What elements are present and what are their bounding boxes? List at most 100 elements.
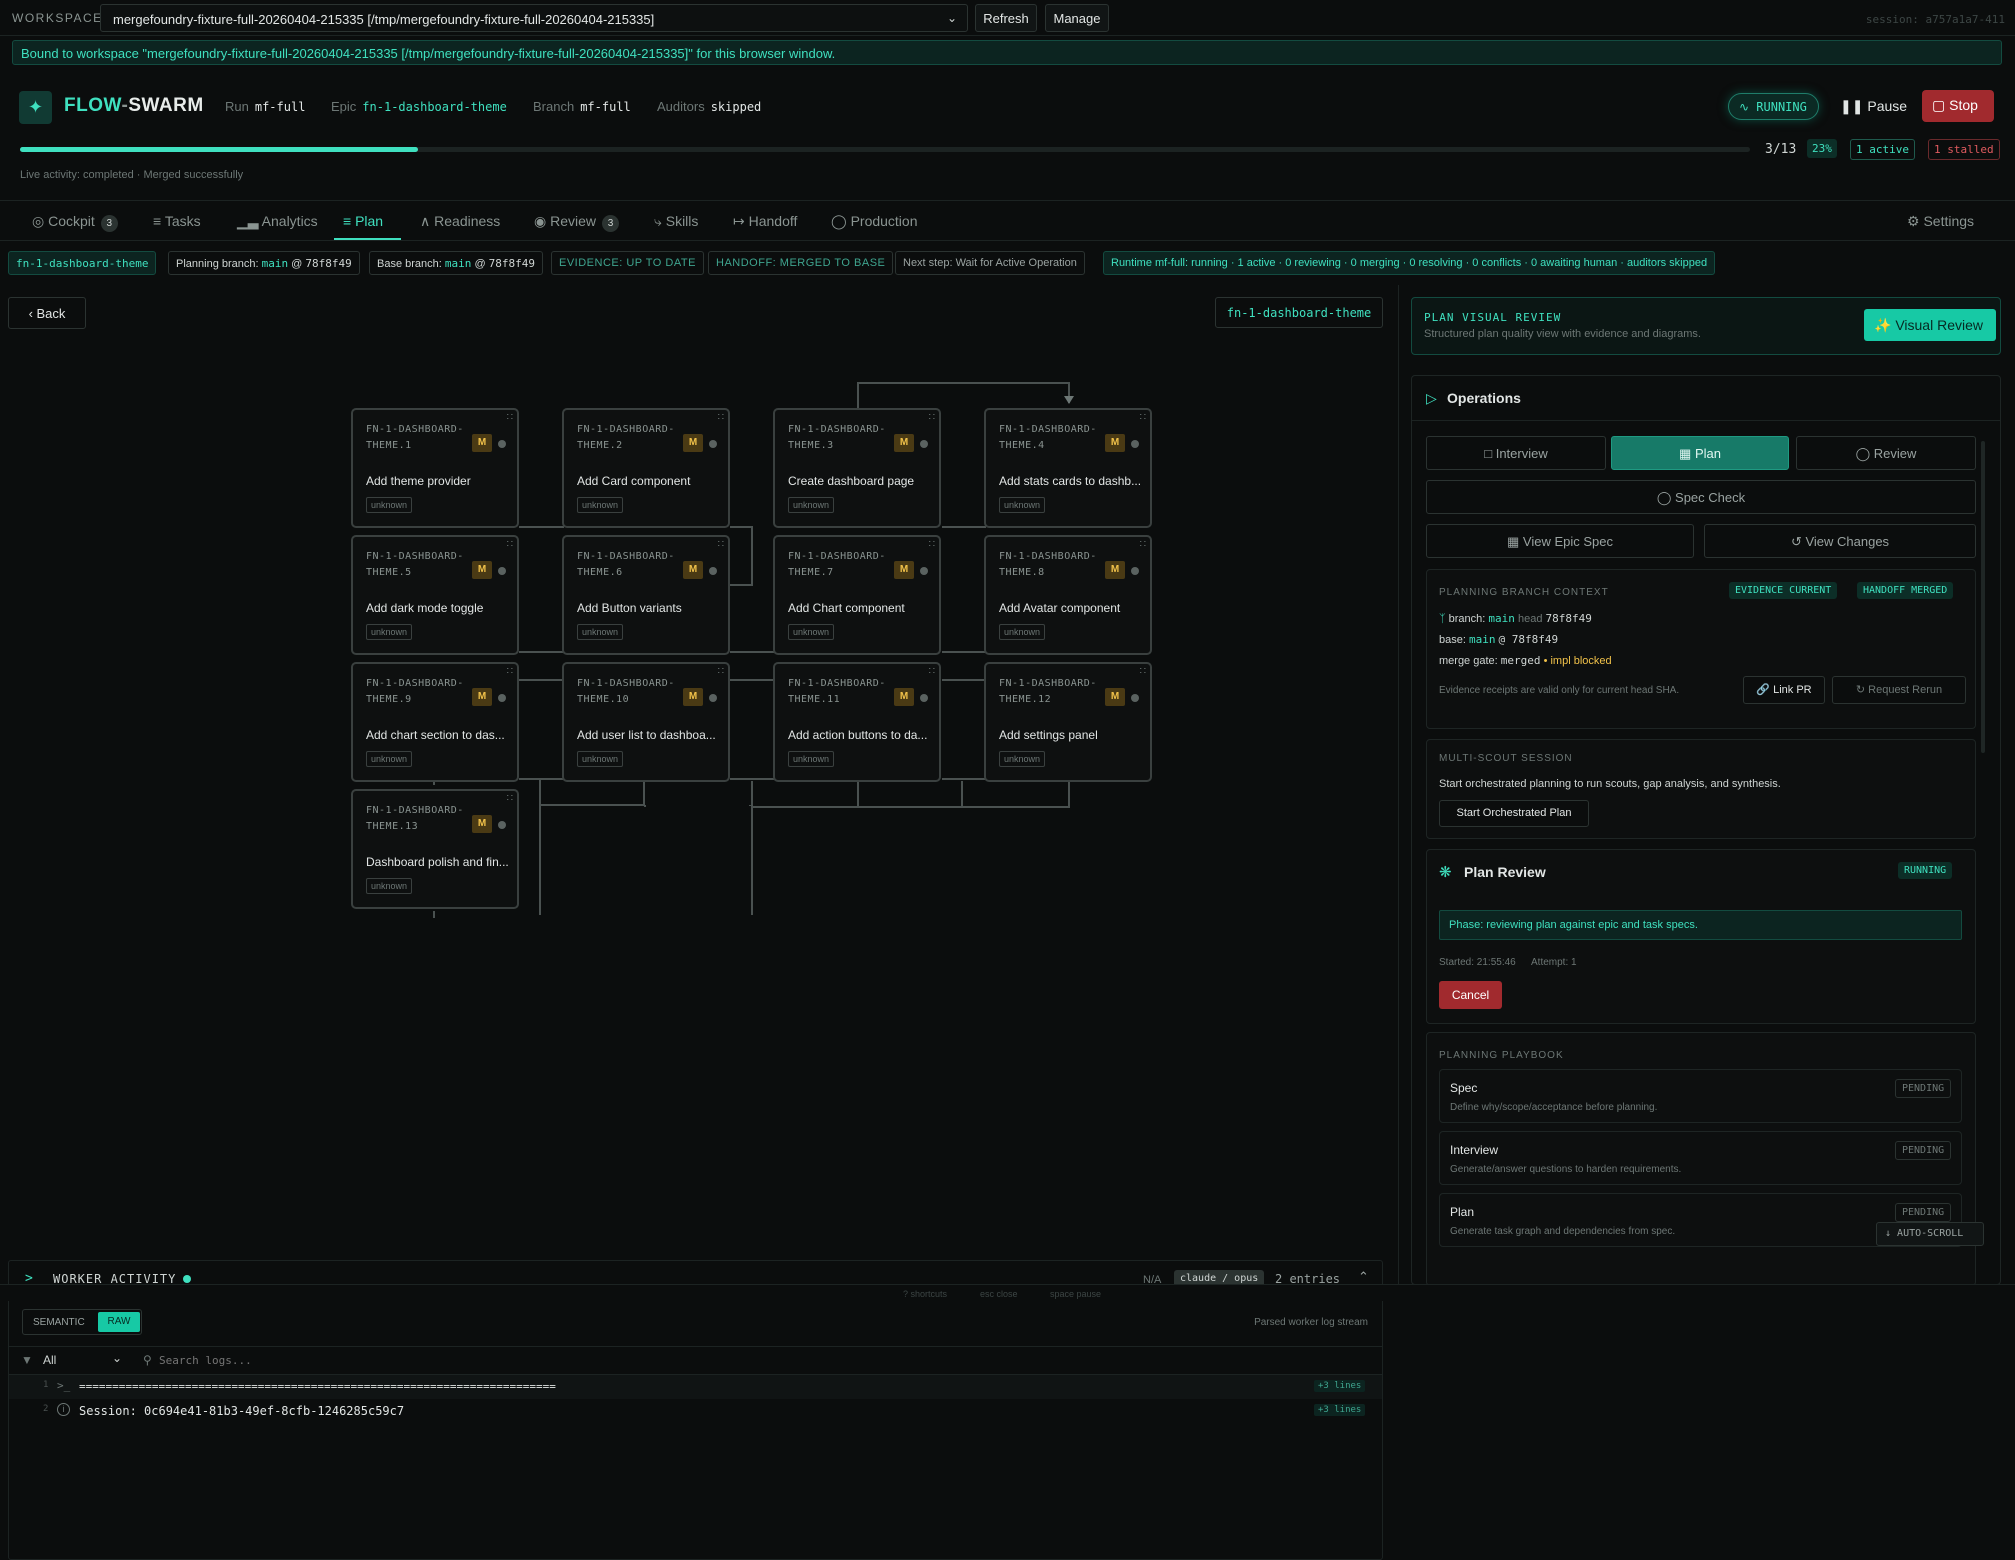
filter-icon: ▼ (21, 1353, 33, 1367)
tab-plan[interactable]: ≡ Plan (343, 213, 383, 229)
plan-node-model-badge: M (472, 434, 492, 452)
plan-node[interactable]: ∷ FN-1-DASHBOARD-THEME.9 M Add chart sectio… (351, 662, 519, 782)
plan-node-model-badge: M (472, 561, 492, 579)
tab-tasks[interactable]: ≡ Tasks (153, 213, 201, 229)
plan-node-status: unknown (366, 751, 413, 767)
log-line-text: ========================================… (79, 1380, 556, 1393)
eye-icon: ◉ (534, 213, 551, 229)
plan-review-phase: Phase: reviewing plan against epic and t… (1439, 910, 1962, 940)
plan-node[interactable]: ∷ FN-1-DASHBOARD-THEME.3 M Create dashboard… (773, 408, 941, 528)
log-search-input[interactable] (159, 1350, 559, 1370)
view-epic-spec-button[interactable]: ▦ View Epic Spec (1426, 524, 1694, 558)
refresh-button[interactable]: Refresh (975, 4, 1037, 32)
workspace-select[interactable]: mergefoundry-fixture-full-20260404-21533… (100, 4, 968, 32)
progress-percent: 23% (1807, 139, 1837, 158)
drag-handle-icon[interactable]: ∷ (718, 539, 724, 550)
collapse-chevron-icon[interactable]: ⌃ (1358, 1269, 1369, 1285)
context-evidence-status: EVIDENCE: UP TO DATE (551, 251, 704, 275)
log-line-expand[interactable]: +3 lines (1314, 1404, 1366, 1416)
plan-node[interactable]: ∷ FN-1-DASHBOARD-THEME.6 M Add Button varia… (562, 535, 730, 655)
tab-cockpit[interactable]: ◎ Cockpit 3 (32, 213, 118, 232)
plan-node-status: unknown (788, 497, 835, 513)
plan-operation-button[interactable]: ▦ Plan (1611, 436, 1789, 470)
tab-review[interactable]: ◉ Review 3 (534, 213, 620, 232)
tab-label: Plan (355, 213, 384, 229)
semantic-mode-button[interactable]: SEMANTIC (33, 1317, 85, 1328)
plan-node[interactable]: ∷ FN-1-DASHBOARD-THEME.11 M Add action butt… (773, 662, 941, 782)
pbc-branch-value: main (1488, 612, 1515, 625)
cancel-plan-review-button[interactable]: Cancel (1439, 981, 1502, 1009)
playbook-step-spec[interactable]: Spec Define why/scope/acceptance before … (1439, 1069, 1962, 1123)
spec-check-button[interactable]: ◯ Spec Check (1426, 480, 1976, 514)
tab-label: Review (550, 213, 597, 229)
drag-handle-icon[interactable]: ∷ (1140, 412, 1146, 423)
start-orchestrated-plan-button[interactable]: Start Orchestrated Plan (1439, 800, 1589, 827)
stop-button[interactable]: ▢ Stop (1922, 90, 1994, 122)
view-changes-button[interactable]: ↺ View Changes (1704, 524, 1976, 558)
main-tabs: ◎ Cockpit 3 ≡ Tasks ▁▃ Analytics ≡ Plan ∧… (0, 200, 2015, 241)
plan-node[interactable]: ∷ FN-1-DASHBOARD-THEME.13 M Dashboard polis… (351, 789, 519, 909)
workspace-label: WORKSPACE (12, 11, 103, 25)
plan-review-attempt: Attempt: 1 (1531, 957, 1577, 968)
auditors-meta: Auditors skipped (657, 99, 761, 114)
tab-production[interactable]: ◯ Production (831, 213, 918, 230)
tab-readiness[interactable]: ∧ Readiness (420, 213, 500, 230)
planning-branch-context-card: PLANNING BRANCH CONTEXT EVIDENCE CURRENT… (1426, 569, 1976, 729)
link-pr-button[interactable]: 🔗 Link PR (1743, 676, 1825, 704)
scrollbar-thumb[interactable] (1981, 441, 1985, 753)
plan-node[interactable]: ∷ FN-1-DASHBOARD-THEME.5 M Add dark mode to… (351, 535, 519, 655)
review-operation-button[interactable]: ◯ Review (1796, 436, 1976, 470)
shield-icon: ◯ (831, 213, 851, 229)
pause-button[interactable]: ❚❚ Pause (1832, 93, 1915, 120)
log-line-expand[interactable]: +3 lines (1314, 1380, 1366, 1392)
document-icon: ▦ (1507, 534, 1523, 549)
interview-button[interactable]: □ Interview (1426, 436, 1606, 470)
multi-scout-session-card: MULTI-SCOUT SESSION Start orchestrated p… (1426, 739, 1976, 839)
plan-node[interactable]: ∷ FN-1-DASHBOARD-THEME.2 M Add Card compone… (562, 408, 730, 528)
drag-handle-icon[interactable]: ∷ (929, 666, 935, 677)
raw-mode-button[interactable]: RAW (98, 1312, 140, 1332)
run-status-badge: ∿ RUNNING (1728, 93, 1819, 120)
edge-arrowhead (1064, 396, 1074, 404)
drag-handle-icon[interactable]: ∷ (718, 666, 724, 677)
live-indicator-dot (183, 1275, 191, 1283)
plan-canvas[interactable]: ‹ Back fn-1-dashboard-theme ∷ FN-1-DASHB… (0, 285, 1398, 1560)
tab-analytics[interactable]: ▁▃ Analytics (237, 213, 318, 230)
drag-handle-icon[interactable]: ∷ (1140, 539, 1146, 550)
plan-node-status-dot (498, 821, 506, 829)
drag-handle-icon[interactable]: ∷ (929, 412, 935, 423)
plan-node[interactable]: ∷ FN-1-DASHBOARD-THEME.12 M Add settings pa… (984, 662, 1152, 782)
pvr-title: PLAN VISUAL REVIEW (1424, 311, 1562, 324)
list-icon: ≡ (153, 213, 165, 229)
drag-handle-icon[interactable]: ∷ (507, 666, 513, 677)
playbook-step-interview[interactable]: Interview Generate/answer questions to h… (1439, 1131, 1962, 1185)
plan-node[interactable]: ∷ FN-1-DASHBOARD-THEME.10 M Add user list t… (562, 662, 730, 782)
manage-button[interactable]: Manage (1045, 4, 1109, 32)
plan-node-model-badge: M (683, 688, 703, 706)
request-rerun-label: Request Rerun (1868, 684, 1943, 696)
planning-branch-label: Planning branch: (176, 258, 259, 270)
plan-node-model-badge: M (894, 434, 914, 452)
plan-node[interactable]: ∷ FN-1-DASHBOARD-THEME.7 M Add Chart compon… (773, 535, 941, 655)
plan-node-status-dot (498, 440, 506, 448)
drag-handle-icon[interactable]: ∷ (1140, 666, 1146, 677)
visual-review-button[interactable]: ✨ Visual Review (1864, 309, 1996, 341)
pbc-branch-label: branch: (1448, 613, 1486, 625)
drag-handle-icon[interactable]: ∷ (507, 793, 513, 804)
plan-node[interactable]: ∷ FN-1-DASHBOARD-THEME.4 M Add stats cards … (984, 408, 1152, 528)
plan-node[interactable]: ∷ FN-1-DASHBOARD-THEME.1 M Add theme provid… (351, 408, 519, 528)
settings-button[interactable]: ⚙ Settings (1907, 213, 1974, 230)
tab-skills[interactable]: ⤷ Skills (654, 213, 698, 230)
drag-handle-icon[interactable]: ∷ (929, 539, 935, 550)
auto-scroll-button[interactable]: ↓ AUTO-SCROLL (1876, 1222, 1984, 1246)
log-filter-select[interactable]: All (43, 1353, 56, 1367)
tab-handoff[interactable]: ↦ Handoff (733, 213, 797, 230)
plan-node[interactable]: ∷ FN-1-DASHBOARD-THEME.8 M Add Avatar compo… (984, 535, 1152, 655)
drag-handle-icon[interactable]: ∷ (718, 412, 724, 423)
request-rerun-button[interactable]: ↻ Request Rerun (1832, 676, 1966, 704)
ms-description: Start orchestrated planning to run scout… (1439, 778, 1781, 790)
auto-scroll-label: AUTO-SCROLL (1897, 1228, 1964, 1239)
drag-handle-icon[interactable]: ∷ (507, 539, 513, 550)
epic-label: Epic (331, 99, 357, 114)
drag-handle-icon[interactable]: ∷ (507, 412, 513, 423)
